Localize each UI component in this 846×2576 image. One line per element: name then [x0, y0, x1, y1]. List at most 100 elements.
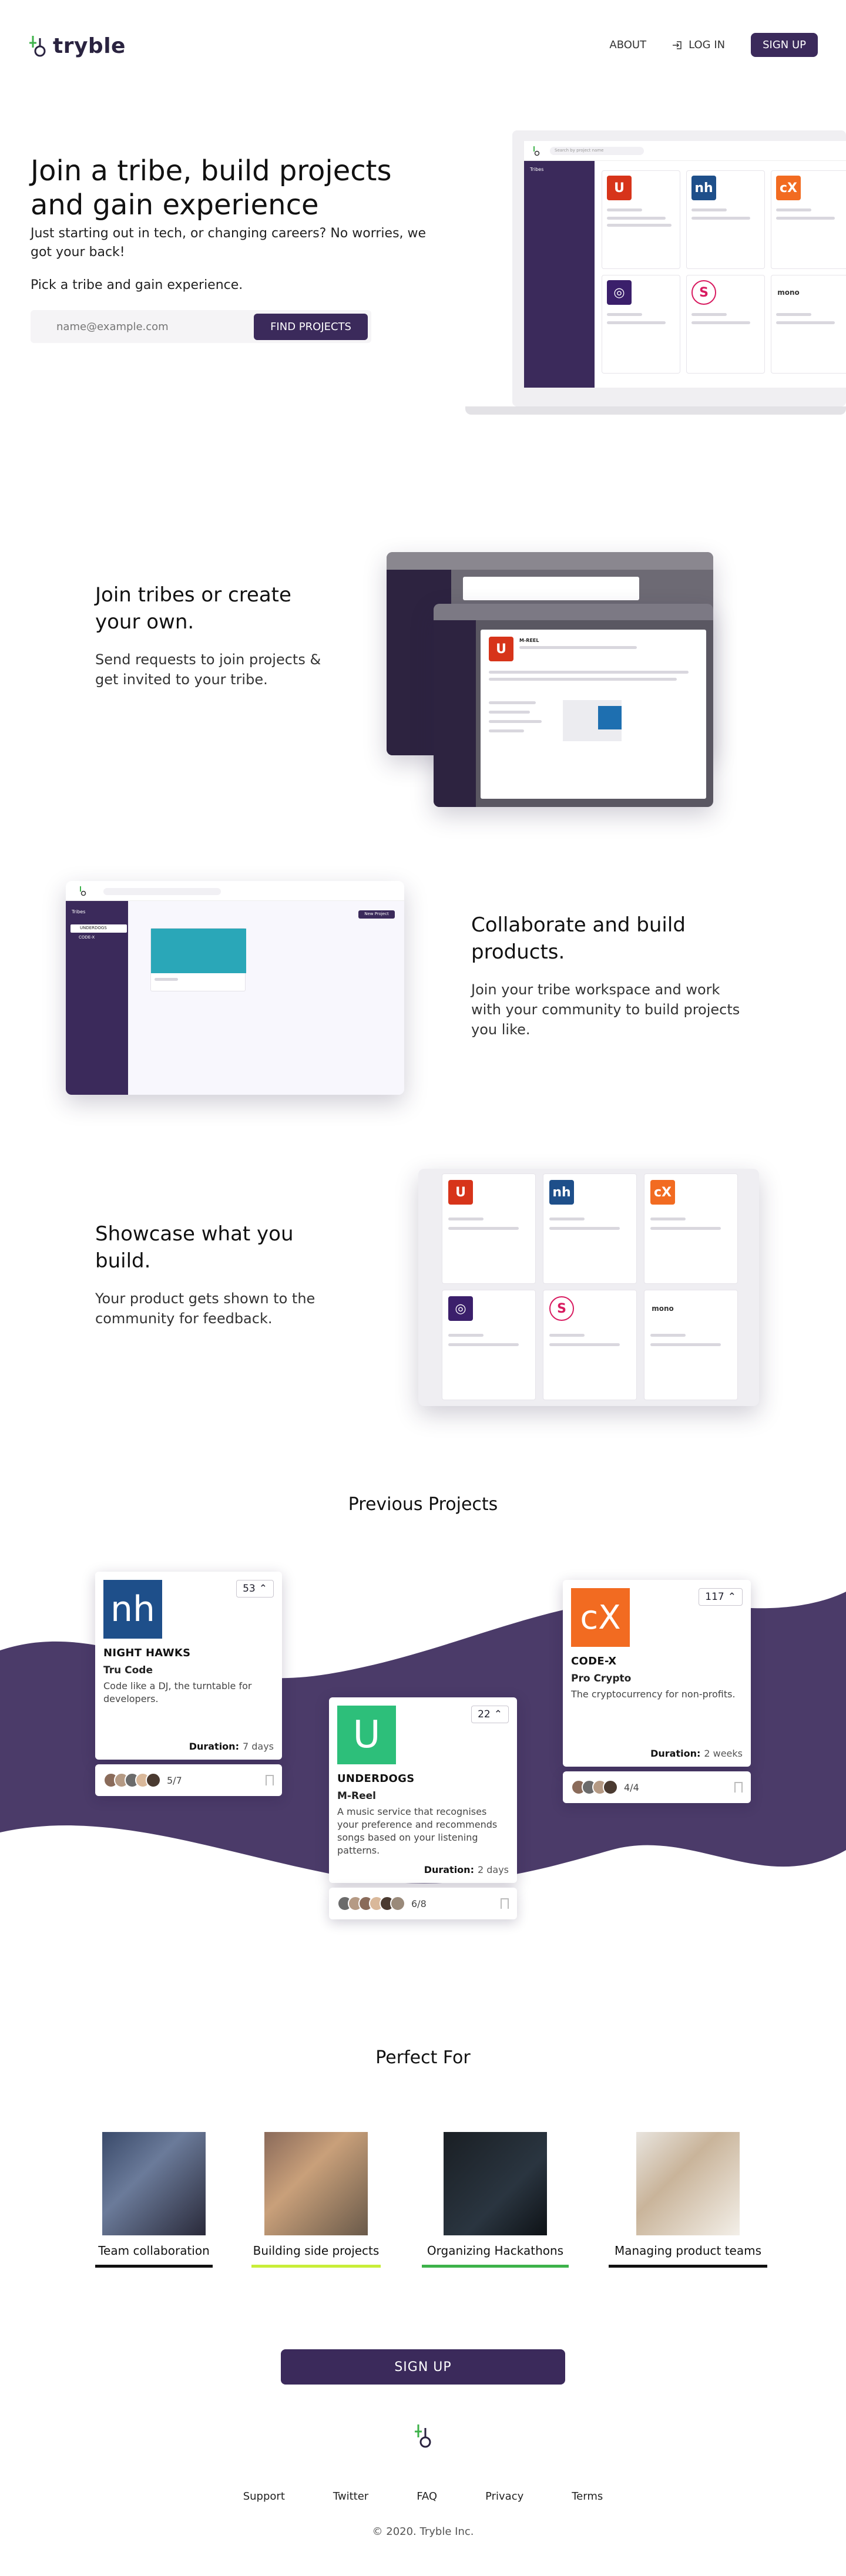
collab-mockup: Tribes UNDERDOGS CODE-X New Project — [66, 881, 404, 1095]
footer-link-terms[interactable]: Terms — [572, 2490, 603, 2503]
mock-search: Search by project name — [550, 147, 644, 155]
member-count: 6/8 — [411, 1898, 427, 1909]
find-projects-button[interactable]: FIND PROJECTS — [254, 313, 368, 340]
bookmark-icon[interactable] — [734, 1782, 743, 1793]
project-desc: Code like a DJ, the turntable for develo… — [103, 1680, 252, 1704]
showcase-title: Showcase what you build. — [95, 1222, 294, 1273]
perfect-for-underline — [95, 2265, 213, 2268]
project-card-underdogs[interactable]: U 22 ⌃ UNDERDOGS M-Reel A music service t… — [329, 1697, 517, 1883]
perfect-for-underline — [609, 2265, 767, 2268]
nighthawks-logo: nh — [103, 1580, 162, 1639]
project-team: CODE-X — [571, 1655, 617, 1667]
footer-links: Support Twitter FAQ Privacy Terms — [0, 2490, 846, 2503]
hero-lead: Just starting out in tech, or changing c… — [31, 226, 427, 260]
perfect-for-label: Team collaboration — [98, 2244, 210, 2258]
nav-signup-button[interactable]: SIGN UP — [751, 33, 818, 57]
nav-about-link[interactable]: ABOUT — [609, 39, 646, 51]
bookmark-icon[interactable] — [266, 1775, 274, 1785]
project-footer-codex: 4/4 — [563, 1771, 751, 1803]
brand-logo[interactable]: tryble — [28, 34, 126, 58]
building-side-projects-image — [264, 2132, 368, 2235]
perfect-for-item: Building side projects — [251, 2132, 381, 2268]
project-name: M-Reel — [337, 1790, 376, 1802]
signup-cta-button[interactable]: SIGN UP — [281, 2349, 565, 2385]
collab-title: Collaborate and build products. — [471, 913, 686, 964]
mock-logo-icon — [533, 146, 540, 156]
chevron-up-icon: ⌃ — [727, 1591, 736, 1603]
brand-name: tryble — [53, 34, 126, 58]
project-desc: A music service that recognises your pre… — [337, 1806, 498, 1856]
join-text: Send requests to join projects & get inv… — [95, 651, 321, 688]
hero-laptop-mockup: Search by project name Tribes U nh cX ◎ … — [465, 130, 846, 418]
vote-count: 117 — [705, 1591, 724, 1603]
project-desc: The cryptocurrency for non-profits. — [571, 1689, 736, 1700]
member-count: 5/7 — [167, 1774, 182, 1786]
perfect-for-item: Organizing Hackathons — [422, 2132, 569, 2268]
login-icon — [673, 41, 682, 49]
project-footer-underdogs: 6/8 — [329, 1888, 517, 1919]
showcase-text: Your product gets shown to the community… — [95, 1290, 315, 1327]
showcase-mockup: U nh cX ◎ S mono — [418, 1169, 759, 1406]
footer-link-faq[interactable]: FAQ — [417, 2490, 437, 2503]
join-title: Join tribes or create your own. — [95, 583, 291, 634]
member-count: 4/4 — [624, 1781, 639, 1793]
collab-tribe-underdogs[interactable]: UNDERDOGS — [70, 924, 127, 933]
managing-product-teams-image — [636, 2132, 740, 2235]
collab-tribe-codex[interactable]: CODE-X — [79, 935, 95, 940]
perfect-for-underline — [251, 2265, 381, 2268]
collab-text: Join your tribe workspace and work with … — [471, 981, 740, 1038]
perfect-for-label: Building side projects — [253, 2244, 380, 2258]
duration-label: Duration: — [650, 1748, 701, 1759]
project-footer-nighthawks: 5/7 — [95, 1764, 282, 1796]
collab-new-project-button[interactable]: New Project — [358, 910, 395, 919]
duration-value: 2 weeks — [704, 1748, 743, 1759]
upvote-button[interactable]: 22 ⌃ — [471, 1706, 509, 1723]
team-collaboration-image — [102, 2132, 206, 2235]
upvote-button[interactable]: 117 ⌃ — [699, 1588, 743, 1606]
project-name: Tru Code — [103, 1664, 153, 1676]
vote-count: 53 — [243, 1583, 256, 1595]
previous-projects-title: Previous Projects — [348, 1494, 498, 1515]
duration-value: 2 days — [477, 1864, 509, 1875]
member-avatars — [103, 1773, 161, 1788]
tryble-logo-icon — [29, 35, 46, 56]
perfect-for-item: Managing product teams — [609, 2132, 767, 2268]
copyright: © 2020. Tryble Inc. — [372, 2525, 474, 2538]
email-input[interactable] — [56, 320, 254, 333]
hero-title: Join a tribe, build projects and gain ex… — [31, 154, 392, 221]
vote-count: 22 — [478, 1709, 491, 1720]
project-card-codex[interactable]: cX 117 ⌃ CODE-X Pro Crypto The cryptocurr… — [563, 1580, 751, 1767]
project-team: UNDERDOGS — [337, 1773, 415, 1785]
underdogs-logo: U — [337, 1706, 396, 1764]
join-mockup-front: U M-REEL — [434, 604, 713, 807]
nav-login-label: LOG IN — [689, 39, 726, 51]
top-nav: ABOUT LOG IN SIGN UP — [609, 33, 818, 57]
collab-logo-icon — [80, 886, 86, 896]
footer-link-privacy[interactable]: Privacy — [485, 2490, 523, 2503]
footer-link-twitter[interactable]: Twitter — [333, 2490, 368, 2503]
chevron-up-icon: ⌃ — [258, 1583, 267, 1595]
duration-label: Duration: — [424, 1864, 474, 1875]
bookmark-icon[interactable] — [501, 1898, 509, 1909]
perfect-for-label: Organizing Hackathons — [427, 2244, 564, 2258]
member-avatars — [337, 1896, 405, 1911]
codex-logo: cX — [571, 1588, 630, 1647]
mock-sidebar-item: Tribes — [530, 167, 544, 172]
duration-label: Duration: — [189, 1741, 239, 1752]
project-team: NIGHT HAWKS — [103, 1647, 191, 1659]
member-avatars — [571, 1780, 618, 1795]
nav-login-link[interactable]: LOG IN — [672, 39, 725, 51]
footer-link-support[interactable]: Support — [243, 2490, 285, 2503]
perfect-for-title: Perfect For — [375, 2047, 471, 2068]
email-form: FIND PROJECTS — [31, 310, 371, 343]
organizing-hackathons-image — [444, 2132, 547, 2235]
project-name: Pro Crypto — [571, 1673, 632, 1684]
perfect-for-label: Managing product teams — [614, 2244, 761, 2258]
hero-pick: Pick a tribe and gain experience. — [31, 278, 243, 292]
perfect-for-underline — [422, 2265, 569, 2268]
perfect-for-item: Team collaboration — [95, 2132, 213, 2268]
chevron-up-icon: ⌃ — [494, 1709, 502, 1720]
duration-value: 7 days — [242, 1741, 274, 1752]
upvote-button[interactable]: 53 ⌃ — [236, 1580, 274, 1598]
project-card-nighthawks[interactable]: nh 53 ⌃ NIGHT HAWKS Tru Code Code like a … — [95, 1572, 282, 1760]
